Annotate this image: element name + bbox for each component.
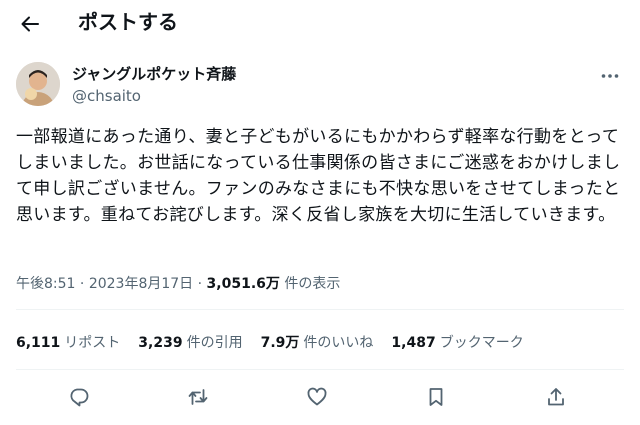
more-icon <box>601 73 619 79</box>
reposts-label: リポスト <box>64 335 121 351</box>
like-button[interactable] <box>300 380 334 414</box>
share-button[interactable] <box>539 380 573 414</box>
reposts-stat[interactable]: 6,111 リポスト <box>16 333 120 353</box>
reply-button[interactable] <box>62 380 96 414</box>
tweet-time[interactable]: 午後8:51 <box>16 276 75 292</box>
bookmarks-label: ブックマーク <box>439 335 524 351</box>
back-arrow-icon <box>20 14 40 34</box>
reposts-count: 6,111 <box>16 335 61 351</box>
engagement-stats: 6,111 リポスト 3,239 件の引用 7.9万 件のいいね 1,487 ブックマー… <box>16 333 524 353</box>
bookmark-button[interactable] <box>419 380 453 414</box>
heart-icon <box>306 386 328 408</box>
reply-icon <box>68 386 90 408</box>
divider <box>16 309 624 310</box>
likes-stat[interactable]: 7.9万 件のいいね <box>261 333 374 353</box>
author-handle[interactable]: @chsaito <box>72 86 141 106</box>
action-bar <box>0 380 640 414</box>
likes-label: 件のいいね <box>303 335 374 351</box>
bookmark-icon <box>425 386 447 408</box>
avatar[interactable] <box>16 62 60 106</box>
meta-separator: · <box>193 276 207 292</box>
quotes-stat[interactable]: 3,239 件の引用 <box>138 333 242 353</box>
header: ポストする <box>0 0 640 48</box>
share-icon <box>545 386 567 408</box>
more-button[interactable] <box>596 62 624 90</box>
back-button[interactable] <box>14 8 46 40</box>
repost-button[interactable] <box>181 380 215 414</box>
bookmarks-stat[interactable]: 1,487 ブックマーク <box>391 333 523 353</box>
repost-icon <box>187 386 209 408</box>
quotes-label: 件の引用 <box>186 335 243 351</box>
views-label: 件の表示 <box>279 276 341 292</box>
tweet-date[interactable]: 2023年8月17日 <box>89 276 193 292</box>
bookmarks-count: 1,487 <box>391 335 436 351</box>
views-count: 3,051.6万 <box>206 276 280 292</box>
page-title: ポストする <box>78 10 178 34</box>
likes-count: 7.9万 <box>260 335 300 351</box>
tweet-meta: 午後8:51 · 2023年8月17日 · 3,051.6万 件の表示 <box>16 274 340 294</box>
divider <box>16 369 624 370</box>
meta-separator: · <box>75 276 89 292</box>
author-name[interactable]: ジャングルポケット斉藤 <box>72 64 236 84</box>
tweet-text: 一部報道にあった通り、妻と子どもがいるにもかかわらず軽率な行動をとってしまいまし… <box>16 127 621 225</box>
quotes-count: 3,239 <box>138 335 183 351</box>
